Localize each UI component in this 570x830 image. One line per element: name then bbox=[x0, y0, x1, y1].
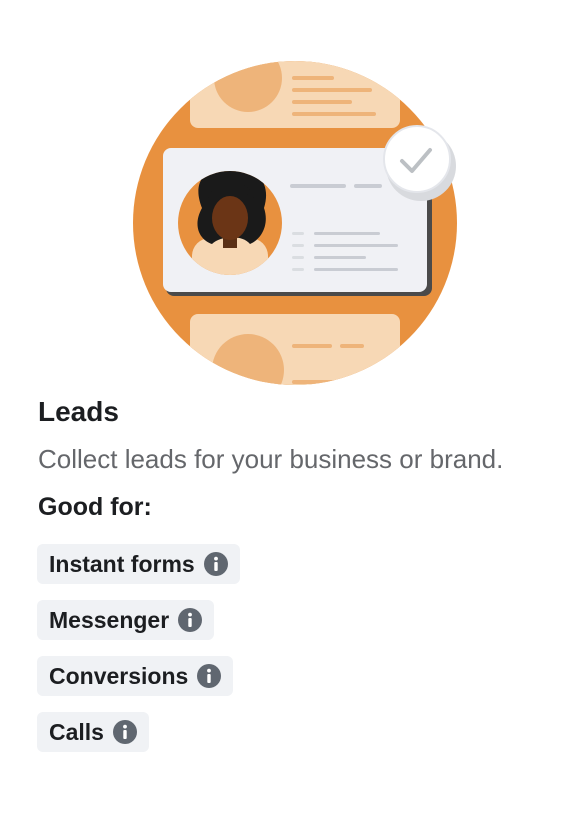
tag-label: Calls bbox=[49, 719, 104, 745]
tag-instant-forms: Instant forms bbox=[37, 544, 240, 584]
info-icon[interactable] bbox=[112, 720, 137, 744]
objective-description: Collect leads for your business or brand… bbox=[38, 444, 504, 474]
tag-label: Conversions bbox=[49, 663, 189, 689]
good-for-tags: Instant forms Messenger Conversions Call… bbox=[37, 544, 240, 752]
checkmark-badge bbox=[383, 125, 451, 193]
tag-conversions: Conversions bbox=[37, 656, 234, 696]
tag-messenger: Messenger bbox=[37, 600, 215, 640]
objective-title: Leads bbox=[38, 396, 119, 427]
info-icon[interactable] bbox=[203, 552, 228, 576]
tag-calls: Calls bbox=[37, 712, 149, 752]
tag-label: Messenger bbox=[49, 607, 170, 633]
good-for-label: Good for: bbox=[38, 493, 152, 521]
info-icon[interactable] bbox=[197, 664, 222, 688]
info-icon[interactable] bbox=[178, 608, 203, 632]
tag-label: Instant forms bbox=[49, 551, 195, 577]
leads-illustration bbox=[130, 58, 460, 388]
